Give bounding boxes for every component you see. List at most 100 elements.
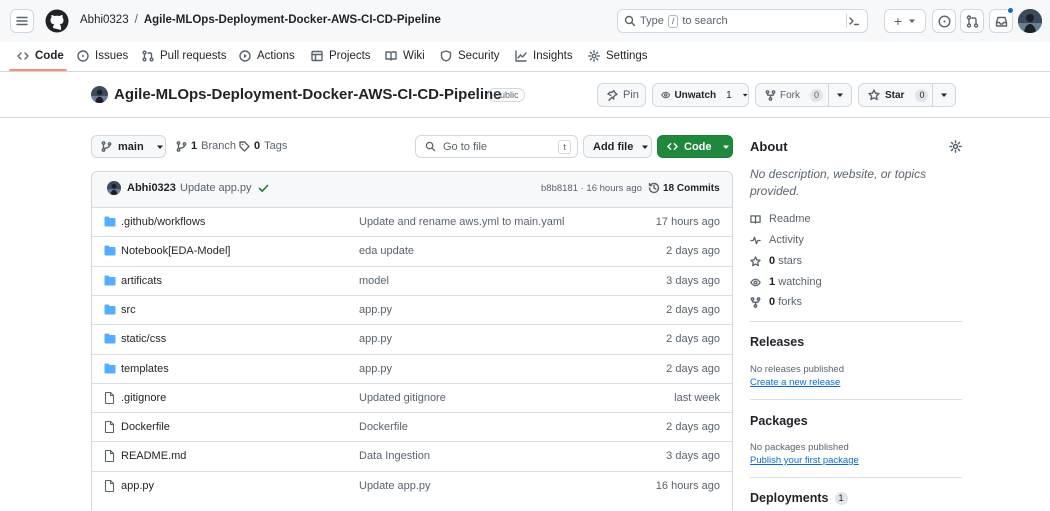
file-name-link[interactable]: Notebook[EDA-Model] <box>121 245 230 257</box>
unwatch-count: 1 <box>726 89 732 101</box>
commit-time: 3 days ago <box>666 450 720 463</box>
commit-message-link[interactable]: Data Ingestion <box>359 450 430 462</box>
table-row[interactable]: static/css app.py 2 days ago <box>92 324 732 353</box>
breadcrumb-owner[interactable]: Abhi0323 <box>80 14 129 26</box>
table-row[interactable]: .gitignore Updated gitignore last week <box>92 382 732 412</box>
file-name-link[interactable]: Dockerfile <box>121 421 170 433</box>
packages-title[interactable]: Packages <box>750 414 808 428</box>
commit-message-link[interactable]: app.py <box>359 304 392 316</box>
commit-message[interactable]: Update app.py <box>180 182 252 194</box>
tab-pull-requests-label: Pull requests <box>160 50 227 62</box>
user-avatar[interactable] <box>1018 9 1042 33</box>
search-text-after: to search <box>682 15 728 27</box>
commit-author[interactable]: Abhi0323 <box>127 182 176 194</box>
fork-count: 0 <box>810 88 824 102</box>
tab-wiki[interactable]: Wiki <box>385 47 425 65</box>
create-new-button[interactable]: + <box>884 9 926 33</box>
repo-forked-icon <box>750 296 761 308</box>
code-button[interactable]: Code <box>657 135 733 158</box>
watching-link[interactable]: 1 watching <box>750 276 822 288</box>
tab-insights[interactable]: Insights <box>515 47 573 65</box>
file-name-link[interactable]: templates <box>121 363 169 375</box>
tab-issues[interactable]: Issues <box>77 47 128 65</box>
triangle-down-icon <box>837 93 843 97</box>
file-name-link[interactable]: app.py <box>121 480 154 492</box>
file-name-link[interactable]: README.md <box>121 450 186 462</box>
forks-label: forks <box>778 296 803 308</box>
fork-label: Fork <box>780 89 800 101</box>
tab-projects[interactable]: Projects <box>311 47 371 65</box>
sidebar-divider <box>750 321 962 322</box>
readme-link[interactable]: Readme <box>750 213 811 225</box>
go-to-file-input[interactable]: Go to file t <box>415 135 578 158</box>
table-row[interactable]: README.md Data Ingestion 3 days ago <box>92 441 732 470</box>
folder-icon <box>104 216 116 227</box>
unwatch-button[interactable]: Unwatch 1 <box>652 83 749 107</box>
tab-projects-label: Projects <box>329 50 371 62</box>
issues-button[interactable] <box>932 9 956 33</box>
file-name-link[interactable]: .gitignore <box>121 392 166 404</box>
table-row[interactable]: src app.py 2 days ago <box>92 294 732 324</box>
file-name-link[interactable]: src <box>121 304 136 316</box>
git-branch-icon <box>176 140 187 152</box>
star-dropdown-caret[interactable] <box>940 91 948 99</box>
table-row[interactable]: Notebook[EDA-Model] eda update 2 days ago <box>92 236 732 265</box>
commit-message-link[interactable]: model <box>359 275 389 287</box>
hamburger-menu-button[interactable] <box>10 9 34 33</box>
releases-title[interactable]: Releases <box>750 335 804 349</box>
commit-message-link[interactable]: Updated gitignore <box>359 392 446 404</box>
table-row[interactable]: templates app.py 2 days ago <box>92 353 732 383</box>
fork-dropdown-caret[interactable] <box>836 91 844 99</box>
add-file-button[interactable]: Add file <box>583 135 652 158</box>
commits-link[interactable]: 18 Commits <box>648 182 720 194</box>
table-row[interactable]: app.py Update app.py 16 hours ago <box>92 470 732 500</box>
tab-code[interactable]: Code <box>17 47 64 65</box>
star-label: Star <box>885 89 905 101</box>
tab-pull-requests[interactable]: Pull requests <box>142 47 226 65</box>
file-icon <box>104 391 115 404</box>
file-name-link[interactable]: artificats <box>121 275 162 287</box>
pin-button[interactable]: Pin <box>597 83 646 107</box>
commit-message-link[interactable]: app.py <box>359 333 392 345</box>
commit-message-link[interactable]: app.py <box>359 363 392 375</box>
table-row[interactable]: .github/workflows Update and rename aws.y… <box>92 207 732 236</box>
stars-link[interactable]: 0 stars <box>750 255 802 267</box>
commit-message-link[interactable]: Dockerfile <box>359 421 408 433</box>
pin-icon <box>607 89 618 101</box>
repo-title[interactable]: Agile-MLOps-Deployment-Docker-AWS-CI-CD-… <box>114 86 502 103</box>
deployments-heading[interactable]: Deployments 1 <box>750 491 848 505</box>
breadcrumb-repo[interactable]: Agile-MLOps-Deployment-Docker-AWS-CI-CD-… <box>144 14 441 26</box>
about-settings-gear-icon[interactable] <box>949 140 962 153</box>
commit-message-link[interactable]: eda update <box>359 245 414 257</box>
tab-actions[interactable]: Actions <box>239 47 295 65</box>
breadcrumb-separator: / <box>134 14 138 26</box>
create-release-link[interactable]: Create a new release <box>750 377 840 388</box>
tab-code-label: Code <box>35 50 64 62</box>
branch-selector[interactable]: main <box>91 135 166 158</box>
table-row[interactable]: Dockerfile Dockerfile 2 days ago <box>92 412 732 441</box>
tab-security[interactable]: Security <box>440 47 500 65</box>
github-logo-icon[interactable] <box>45 9 69 33</box>
forks-link[interactable]: 0 forks <box>750 296 802 308</box>
activity-link[interactable]: Activity <box>750 234 804 246</box>
command-palette-icon[interactable] <box>847 14 861 28</box>
pull-requests-button[interactable] <box>960 9 984 33</box>
branches-link[interactable]: 1 Branch <box>176 140 236 152</box>
file-name-link[interactable]: static/css <box>121 333 166 345</box>
commit-author-avatar[interactable] <box>107 181 121 195</box>
star-icon <box>868 89 880 101</box>
commit-message-link[interactable]: Update and rename aws.yml to main.yaml <box>359 216 564 228</box>
file-name-link[interactable]: .github/workflows <box>121 216 205 228</box>
unwatch-label: Unwatch <box>674 89 717 101</box>
tab-settings[interactable]: Settings <box>588 47 648 65</box>
commit-hash-time[interactable]: b8b8181 · 16 hours ago <box>541 183 642 194</box>
publish-package-link[interactable]: Publish your first package <box>750 455 859 466</box>
tab-wiki-label: Wiki <box>403 50 425 62</box>
table-row[interactable]: artificats model 3 days ago <box>92 265 732 295</box>
git-branch-icon <box>101 141 112 152</box>
commit-time: last week <box>674 391 720 404</box>
search-input[interactable]: Type / to search <box>617 9 868 33</box>
commit-message-link[interactable]: Update app.py <box>359 480 431 492</box>
tags-link[interactable]: 0 Tags <box>239 140 287 152</box>
file-icon <box>104 479 115 492</box>
